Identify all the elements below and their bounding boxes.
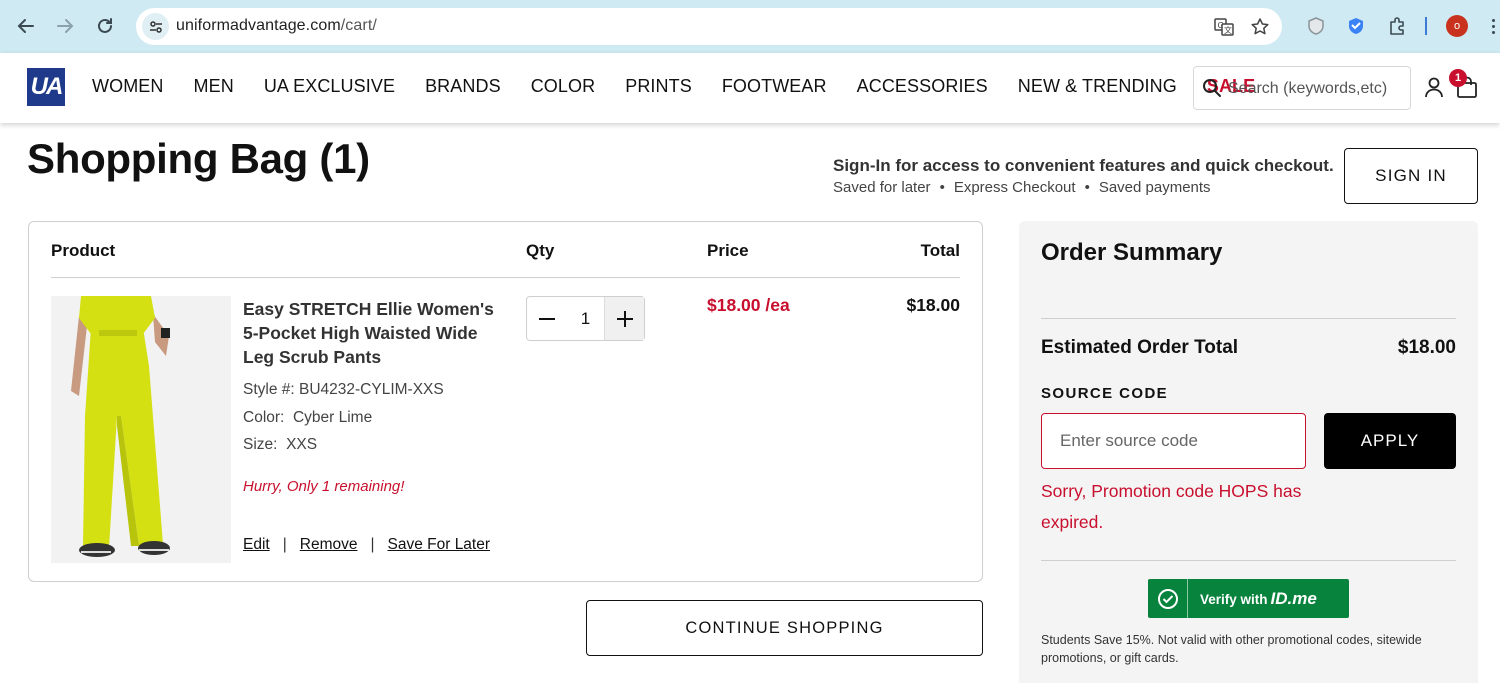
search-icon bbox=[1202, 78, 1222, 103]
source-code-input[interactable] bbox=[1041, 413, 1306, 469]
header-divider bbox=[51, 277, 960, 278]
back-icon[interactable] bbox=[12, 12, 40, 40]
forward-icon[interactable] bbox=[51, 12, 79, 40]
remove-link[interactable]: Remove bbox=[300, 536, 358, 554]
quantity-value[interactable]: 1 bbox=[567, 297, 604, 340]
product-name-link[interactable]: Easy STRETCH Ellie Women's 5-Pocket High… bbox=[243, 297, 513, 369]
check-circle-icon bbox=[1148, 579, 1188, 618]
apply-button[interactable]: APPLY bbox=[1324, 413, 1456, 469]
vpn-extension-icon[interactable] bbox=[1344, 14, 1368, 38]
price-column-header: Price bbox=[707, 241, 749, 260]
nav-women[interactable]: WOMEN bbox=[92, 76, 164, 97]
verify-with-idme-button[interactable]: Verify with ID.me bbox=[1148, 579, 1349, 618]
bag-count-badge: 1 bbox=[1449, 69, 1467, 87]
search-box[interactable]: Search (keywords,etc) bbox=[1193, 66, 1411, 110]
signin-benefits: Saved for later • Express Checkout • Saved p… bbox=[833, 179, 1211, 196]
qty-column-header: Qty bbox=[526, 241, 555, 260]
site-info-icon[interactable] bbox=[142, 13, 169, 40]
order-summary-title: Order Summary bbox=[1041, 239, 1223, 266]
idme-label: Verify with ID.me bbox=[1200, 588, 1317, 608]
cart-table: Product Qty Price Total Easy STRETCH Ell… bbox=[28, 221, 983, 582]
line-total: $18.00 bbox=[906, 295, 960, 315]
student-discount-note: Students Save 15%. Not valid with other … bbox=[1041, 633, 1422, 665]
product-column-header: Product bbox=[51, 241, 116, 260]
source-code-label: SOURCE CODE bbox=[1041, 385, 1169, 402]
stock-warning: Hurry, Only 1 remaining! bbox=[243, 478, 405, 495]
svg-text:文: 文 bbox=[1224, 25, 1232, 35]
continue-shopping-button[interactable]: CONTINUE SHOPPING bbox=[586, 600, 983, 656]
nav-color[interactable]: COLOR bbox=[531, 76, 596, 97]
bookmark-star-icon[interactable] bbox=[1249, 16, 1271, 38]
site-header: UA WOMEN MEN UA EXCLUSIVE BRANDS COLOR P… bbox=[0, 53, 1500, 123]
benefit-express-checkout: Express Checkout bbox=[953, 179, 1076, 196]
nav-men[interactable]: MEN bbox=[194, 76, 234, 97]
profile-avatar[interactable]: o bbox=[1446, 15, 1468, 37]
increase-qty-button[interactable] bbox=[604, 297, 644, 340]
more-menu-icon[interactable] bbox=[1486, 14, 1500, 38]
total-column-header: Total bbox=[920, 241, 960, 260]
page-title: Shopping Bag (1) bbox=[27, 135, 370, 182]
item-actions: Edit | Remove | Save For Later bbox=[243, 536, 490, 554]
plus-icon bbox=[616, 310, 633, 327]
idme-logo: ID.me bbox=[1270, 588, 1317, 608]
browser-toolbar: uniformadvantage.com/cart/ G文 o bbox=[0, 0, 1500, 53]
nav-new-trending[interactable]: NEW & TRENDING bbox=[1018, 76, 1177, 97]
action-separator: | bbox=[370, 536, 375, 553]
promo-error-message: Sorry, Promotion code HOPS has expired. bbox=[1041, 481, 1302, 532]
order-summary-panel: Order Summary Estimated Order Total $18.… bbox=[1019, 221, 1478, 683]
signin-heading: Sign-In for access to convenient feature… bbox=[833, 156, 1334, 175]
next-section-heading-cropped bbox=[27, 670, 207, 683]
account-icon[interactable] bbox=[1423, 76, 1445, 103]
url-text: uniformadvantage.com/cart/ bbox=[176, 17, 377, 34]
nav-brands[interactable]: BRANDS bbox=[425, 76, 501, 97]
nav-accessories[interactable]: ACCESSORIES bbox=[857, 76, 988, 97]
shield-extension-icon[interactable] bbox=[1304, 14, 1328, 38]
minus-icon bbox=[539, 317, 555, 320]
product-size: Size: XXS bbox=[243, 436, 318, 453]
address-bar[interactable]: uniformadvantage.com/cart/ G文 bbox=[136, 8, 1282, 45]
puzzle-extensions-icon[interactable] bbox=[1385, 14, 1409, 38]
unit-price: $18.00 /ea bbox=[707, 295, 790, 315]
quantity-stepper: 1 bbox=[526, 296, 645, 341]
product-style: Style #: BU4232-CYLIM-XXS bbox=[243, 381, 444, 398]
benefit-saved-payments: Saved payments bbox=[1098, 179, 1211, 196]
benefit-saved-for-later: Saved for later bbox=[833, 179, 931, 196]
nav-prints[interactable]: PRINTS bbox=[625, 76, 692, 97]
estimated-total-value: $18.00 bbox=[1397, 337, 1456, 358]
nav-ua-exclusive[interactable]: UA EXCLUSIVE bbox=[264, 76, 395, 97]
search-input[interactable]: Search (keywords,etc) bbox=[1228, 80, 1387, 98]
product-color: Color: Cyber Lime bbox=[243, 409, 373, 426]
nav-footwear[interactable]: FOOTWEAR bbox=[722, 76, 827, 97]
summary-divider bbox=[1041, 318, 1456, 319]
summary-divider bbox=[1041, 560, 1456, 561]
estimated-total-label: Estimated Order Total bbox=[1041, 337, 1239, 358]
decrease-qty-button[interactable] bbox=[527, 297, 567, 340]
main-nav: WOMEN MEN UA EXCLUSIVE BRANDS COLOR PRIN… bbox=[92, 76, 1285, 97]
translate-icon[interactable]: G文 bbox=[1213, 16, 1235, 38]
save-for-later-link[interactable]: Save For Later bbox=[388, 536, 491, 554]
product-image[interactable] bbox=[51, 296, 231, 563]
ua-logo[interactable]: UA bbox=[27, 68, 65, 106]
sign-in-button[interactable]: SIGN IN bbox=[1344, 148, 1478, 204]
toolbar-divider bbox=[1425, 17, 1427, 35]
action-separator: | bbox=[282, 536, 287, 553]
reload-icon[interactable] bbox=[91, 12, 119, 40]
edit-link[interactable]: Edit bbox=[243, 536, 270, 554]
